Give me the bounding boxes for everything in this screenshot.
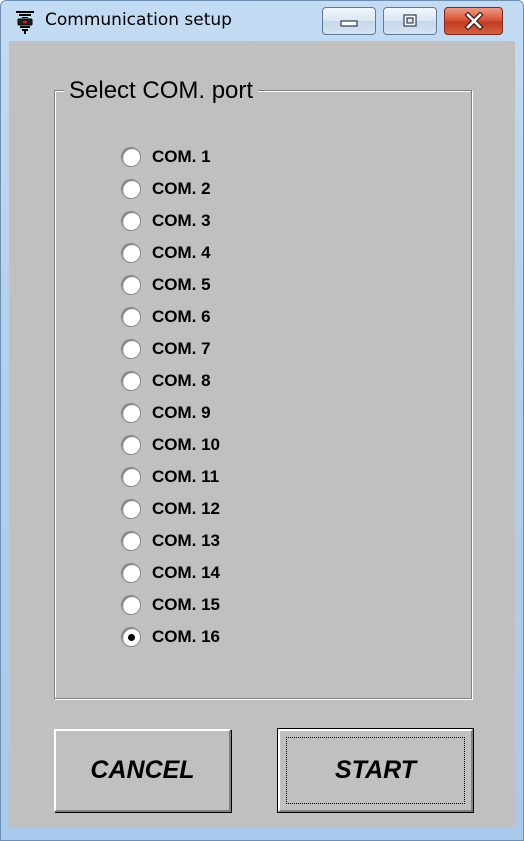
com-port-option[interactable]: COM. 12: [121, 493, 220, 525]
com-port-label[interactable]: COM. 6: [152, 307, 211, 327]
com-port-label[interactable]: COM. 3: [152, 211, 211, 231]
com-port-option[interactable]: COM. 6: [121, 301, 220, 333]
radio-button[interactable]: [121, 371, 141, 391]
radio-button[interactable]: [121, 467, 141, 487]
radio-button[interactable]: [121, 531, 141, 551]
com-port-option[interactable]: COM. 9: [121, 397, 220, 429]
radio-button[interactable]: [121, 275, 141, 295]
com-port-option[interactable]: COM. 2: [121, 173, 220, 205]
com-port-label[interactable]: COM. 7: [152, 339, 211, 359]
com-port-label[interactable]: COM. 2: [152, 179, 211, 199]
com-port-label[interactable]: COM. 10: [152, 435, 220, 455]
radio-button[interactable]: [121, 563, 141, 583]
dialog-client-area: Select COM. port COM. 1 COM. 2 COM. 3 COM. …: [9, 41, 515, 828]
radio-button[interactable]: [121, 339, 141, 359]
com-port-option[interactable]: COM. 5: [121, 269, 220, 301]
com-port-option[interactable]: COM. 14: [121, 557, 220, 589]
com-port-list: COM. 1 COM. 2 COM. 3 COM. 4 COM. 5 COM. 6 COM.…: [121, 141, 220, 653]
radio-button[interactable]: [121, 243, 141, 263]
com-port-option[interactable]: COM. 7: [121, 333, 220, 365]
com-port-option[interactable]: COM. 11: [121, 461, 220, 493]
com-port-option[interactable]: COM. 16: [121, 621, 220, 653]
radio-button-checked[interactable]: [121, 627, 141, 647]
radio-button[interactable]: [121, 595, 141, 615]
com-port-option[interactable]: COM. 8: [121, 365, 220, 397]
com-port-label[interactable]: COM. 12: [152, 499, 220, 519]
communication-setup-window: Communication setup Select COM. port COM…: [0, 0, 524, 841]
radio-dot-icon: [128, 634, 135, 641]
radio-button[interactable]: [121, 403, 141, 423]
group-legend: Select COM. port: [64, 77, 259, 105]
com-port-group: [54, 90, 472, 699]
radio-button[interactable]: [121, 179, 141, 199]
com-port-option[interactable]: COM. 15: [121, 589, 220, 621]
radio-button[interactable]: [121, 211, 141, 231]
com-port-option[interactable]: COM. 1: [121, 141, 220, 173]
window-title: Communication setup: [45, 10, 232, 30]
cancel-button[interactable]: CANCEL: [54, 729, 231, 812]
com-port-label[interactable]: COM. 16: [152, 627, 220, 647]
com-port-label[interactable]: COM. 1: [152, 147, 211, 167]
com-port-label[interactable]: COM. 11: [152, 467, 219, 487]
radio-button[interactable]: [121, 499, 141, 519]
radio-button[interactable]: [121, 435, 141, 455]
radio-button[interactable]: [121, 307, 141, 327]
close-button[interactable]: [444, 7, 503, 35]
com-port-label[interactable]: COM. 5: [152, 275, 211, 295]
maximize-button[interactable]: [383, 7, 437, 35]
minimize-icon: [340, 20, 358, 27]
com-port-label[interactable]: COM. 9: [152, 403, 211, 423]
com-port-label[interactable]: COM. 8: [152, 371, 211, 391]
com-port-label[interactable]: COM. 15: [152, 595, 220, 615]
com-port-option[interactable]: COM. 13: [121, 525, 220, 557]
com-port-label[interactable]: COM. 4: [152, 243, 211, 263]
maximize-icon: [403, 14, 417, 27]
close-icon: [463, 12, 484, 30]
radio-button[interactable]: [121, 147, 141, 167]
com-port-option[interactable]: COM. 10: [121, 429, 220, 461]
title-bar[interactable]: Communication setup: [1, 1, 523, 41]
com-port-option[interactable]: COM. 3: [121, 205, 220, 237]
start-button[interactable]: START: [277, 728, 474, 813]
minimize-button[interactable]: [322, 7, 376, 35]
cancel-button-label: CANCEL: [90, 756, 195, 784]
start-button-label: START: [334, 756, 417, 784]
com-port-label[interactable]: COM. 14: [152, 563, 220, 583]
plug-connector-icon: [14, 10, 36, 34]
com-port-label[interactable]: COM. 13: [152, 531, 220, 551]
com-port-option[interactable]: COM. 4: [121, 237, 220, 269]
